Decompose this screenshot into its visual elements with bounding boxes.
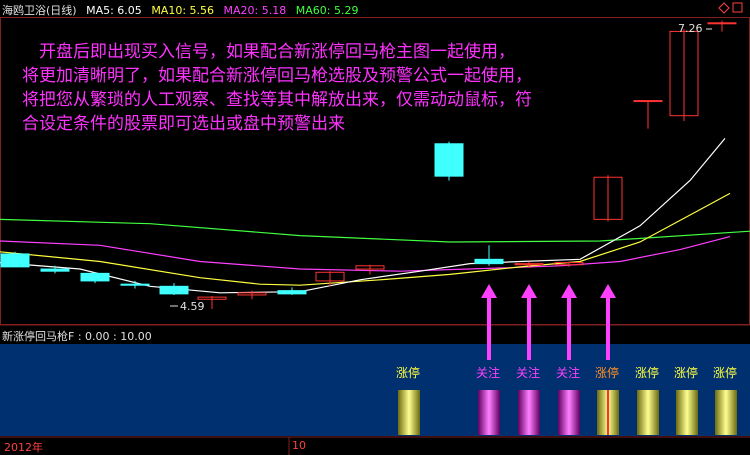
candlestick (80, 272, 110, 284)
ma10-label: MA10: 5.56 (151, 4, 215, 17)
arrow-head (561, 284, 577, 298)
promo-line: 将更加清晰明了，如果配合新涨停回马枪选股及预警公式一起使用， (22, 66, 532, 86)
promo-line: 将把您从繁琐的人工观察、查找等其中解放出来，仅需动动鼠标，符 (22, 90, 532, 110)
candlestick (593, 175, 623, 222)
candle-body (120, 283, 150, 286)
arrow-head (521, 284, 537, 298)
ma20-label: MA20: 5.18 (223, 4, 287, 17)
promo-line: 合设定条件的股票即可选出或盘中预警出来 (22, 114, 345, 134)
indicator-title: 新涨停回马枪F : 0.00 : 10.00 (2, 330, 152, 343)
signal-bar (558, 390, 580, 435)
signal-label: 涨停 (674, 366, 699, 380)
signal-label: 关注 (516, 366, 541, 380)
candle-body (474, 258, 504, 265)
arrow-head (600, 284, 616, 298)
candle-body (40, 268, 70, 272)
month-label: 10 (292, 439, 306, 452)
ma60-line (0, 218, 750, 243)
window-controls[interactable] (718, 2, 743, 14)
candlestick (40, 265, 70, 274)
signal-label: 涨停 (595, 366, 620, 380)
chart-header: 海鸥卫浴(日线) MA5: 6.05 MA10: 5.56 MA20: 5.18… (2, 2, 364, 18)
signal-label: 涨停 (396, 366, 421, 380)
candle-body (159, 285, 189, 295)
year-label: 2012年 (4, 441, 43, 454)
candlestick (277, 287, 307, 295)
candlestick (707, 20, 737, 32)
price-high-label: 7.26 (678, 22, 703, 35)
candlestick (474, 245, 504, 266)
ma60-label: MA60: 5.29 (295, 4, 359, 17)
price-low-label: 4.59 (180, 300, 205, 313)
candle-body (707, 22, 737, 25)
candle-body (80, 272, 110, 282)
candlestick (669, 29, 699, 122)
candlestick (434, 141, 464, 181)
signal-label: 关注 (556, 366, 581, 380)
signal-bar (398, 390, 420, 435)
arrow-head (481, 284, 497, 298)
stock-name[interactable]: 海鸥卫浴(日线) (2, 4, 77, 17)
candlestick (0, 251, 30, 268)
diamond-icon[interactable] (718, 2, 730, 14)
ma5-label: MA5: 6.05 (86, 4, 142, 17)
promo-line: 开盘后即出现买入信号，如果配合新涨停回马枪主图一起使用， (22, 42, 515, 62)
candlestick (120, 280, 150, 289)
signal-bar (676, 390, 698, 435)
candlestick (355, 264, 385, 275)
signal-label: 涨停 (635, 366, 660, 380)
signal-bar (637, 390, 659, 435)
signal-bar (518, 390, 540, 435)
signal-bar (478, 390, 500, 435)
signal-label: 关注 (476, 366, 501, 380)
signal-label: 涨停 (713, 366, 738, 380)
candle-body (434, 143, 464, 177)
signal-bar (715, 390, 737, 435)
candle-body (277, 290, 307, 295)
candle-body (0, 253, 30, 268)
restore-icon[interactable] (732, 2, 743, 13)
promo-annotation: 开盘后即出现买入信号，如果配合新涨停回马枪主图一起使用， 将更加清晰明了，如果配… (22, 40, 662, 136)
candlestick (159, 283, 189, 295)
ma5-line (0, 138, 726, 294)
